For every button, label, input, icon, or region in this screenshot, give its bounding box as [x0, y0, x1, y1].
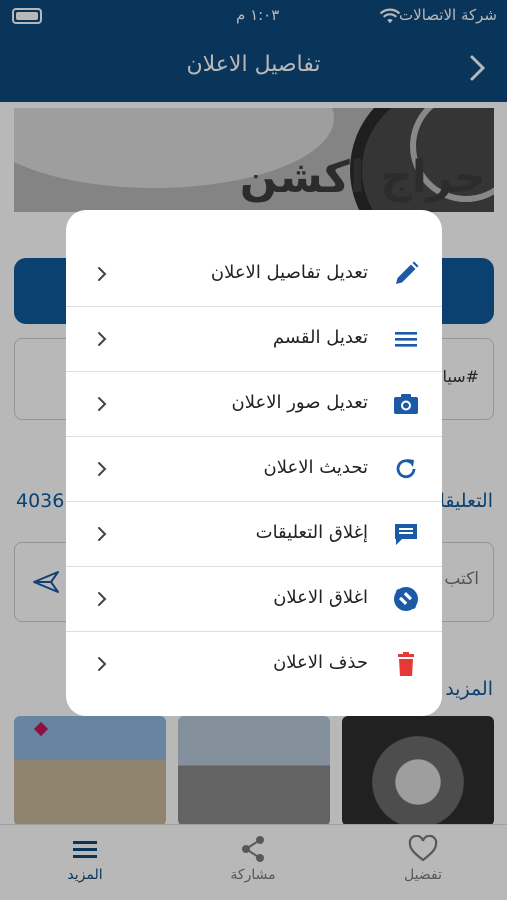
menu-item-label: تعديل صور الاعلان — [231, 392, 368, 413]
pencil-icon — [396, 261, 419, 284]
trash-icon — [398, 652, 414, 676]
menu-item-label: اغلاق الاعلان — [273, 587, 368, 608]
chevron-left-icon — [98, 397, 107, 411]
options-menu: تعديل تفاصيل الاعلان تعديل القسم تعديل ص… — [66, 210, 442, 716]
chevron-left-icon — [98, 267, 107, 281]
comment-icon — [395, 524, 417, 545]
chevron-left-icon — [98, 462, 107, 476]
menu-item-label: حذف الاعلان — [273, 652, 368, 673]
block-icon — [394, 587, 418, 611]
menu-item-label: إغلاق التعليقات — [255, 522, 368, 543]
menu-item-edit-category[interactable]: تعديل القسم — [66, 307, 442, 372]
menu-item-close-ad[interactable]: اغلاق الاعلان — [66, 567, 442, 632]
refresh-icon — [396, 459, 416, 479]
camera-icon — [394, 394, 418, 414]
menu-lines-icon — [395, 332, 417, 347]
menu-item-label: تعديل القسم — [272, 327, 368, 348]
menu-item-edit-photos[interactable]: تعديل صور الاعلان — [66, 372, 442, 437]
menu-item-edit-details[interactable]: تعديل تفاصيل الاعلان — [66, 242, 442, 307]
menu-item-label: تحديث الاعلان — [263, 457, 368, 478]
chevron-left-icon — [98, 332, 107, 346]
menu-item-delete-ad[interactable]: حذف الاعلان — [66, 632, 442, 696]
chevron-left-icon — [98, 592, 107, 606]
menu-item-refresh-ad[interactable]: تحديث الاعلان — [66, 437, 442, 502]
menu-item-close-comments[interactable]: إغلاق التعليقات — [66, 502, 442, 567]
chevron-left-icon — [98, 657, 107, 671]
menu-item-label: تعديل تفاصيل الاعلان — [210, 262, 368, 283]
chevron-left-icon — [98, 527, 107, 541]
